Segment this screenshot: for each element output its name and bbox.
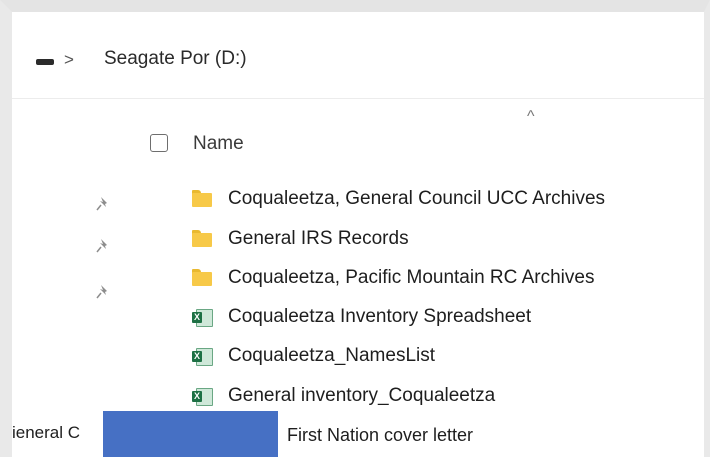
breadcrumb-drive[interactable]: Seagate Por (D:): [104, 48, 247, 70]
excel-icon: X: [192, 308, 213, 327]
list-item[interactable]: X Coqualeetza Inventory Spreadsheet: [192, 302, 531, 332]
list-item[interactable]: X Coqualeetza_NamesList: [192, 341, 435, 371]
list-item[interactable]: X General inventory_Coqualeetza: [192, 381, 495, 411]
redaction-overlay: [103, 411, 278, 457]
folder-icon: [192, 269, 212, 287]
drive-icon: [36, 59, 54, 65]
file-name: Coqualeetza Inventory Spreadsheet: [228, 306, 532, 327]
pin-icon[interactable]: [96, 284, 110, 300]
pin-icon[interactable]: [96, 196, 110, 212]
select-all-checkbox[interactable]: [150, 134, 168, 152]
list-item[interactable]: Coqualeetza, Pacific Mountain RC Archive…: [192, 263, 594, 293]
sort-ascending-icon[interactable]: ^: [527, 108, 535, 126]
folder-icon: [192, 190, 212, 208]
column-header-name[interactable]: Name: [193, 133, 244, 155]
file-name: Coqualeetza, General Council UCC Archive…: [228, 188, 606, 209]
chevron-right-icon: >: [64, 50, 74, 69]
file-name: General inventory_Coqualeetza: [228, 385, 496, 406]
folder-icon: [192, 230, 212, 248]
partial-file-name: ieneral C: [12, 423, 81, 442]
excel-icon: X: [192, 387, 213, 406]
list-item[interactable]: Coqualeetza, General Council UCC Archive…: [192, 184, 605, 214]
file-name: Coqualeetza_NamesList: [228, 345, 436, 366]
partial-file-name[interactable]: First Nation cover letter: [287, 425, 473, 446]
excel-icon: X: [192, 347, 213, 366]
pin-icon[interactable]: [96, 238, 110, 254]
file-name: General IRS Records: [228, 228, 409, 249]
file-name: Coqualeetza, Pacific Mountain RC Archive…: [228, 267, 595, 288]
list-item[interactable]: General IRS Records: [192, 224, 409, 254]
